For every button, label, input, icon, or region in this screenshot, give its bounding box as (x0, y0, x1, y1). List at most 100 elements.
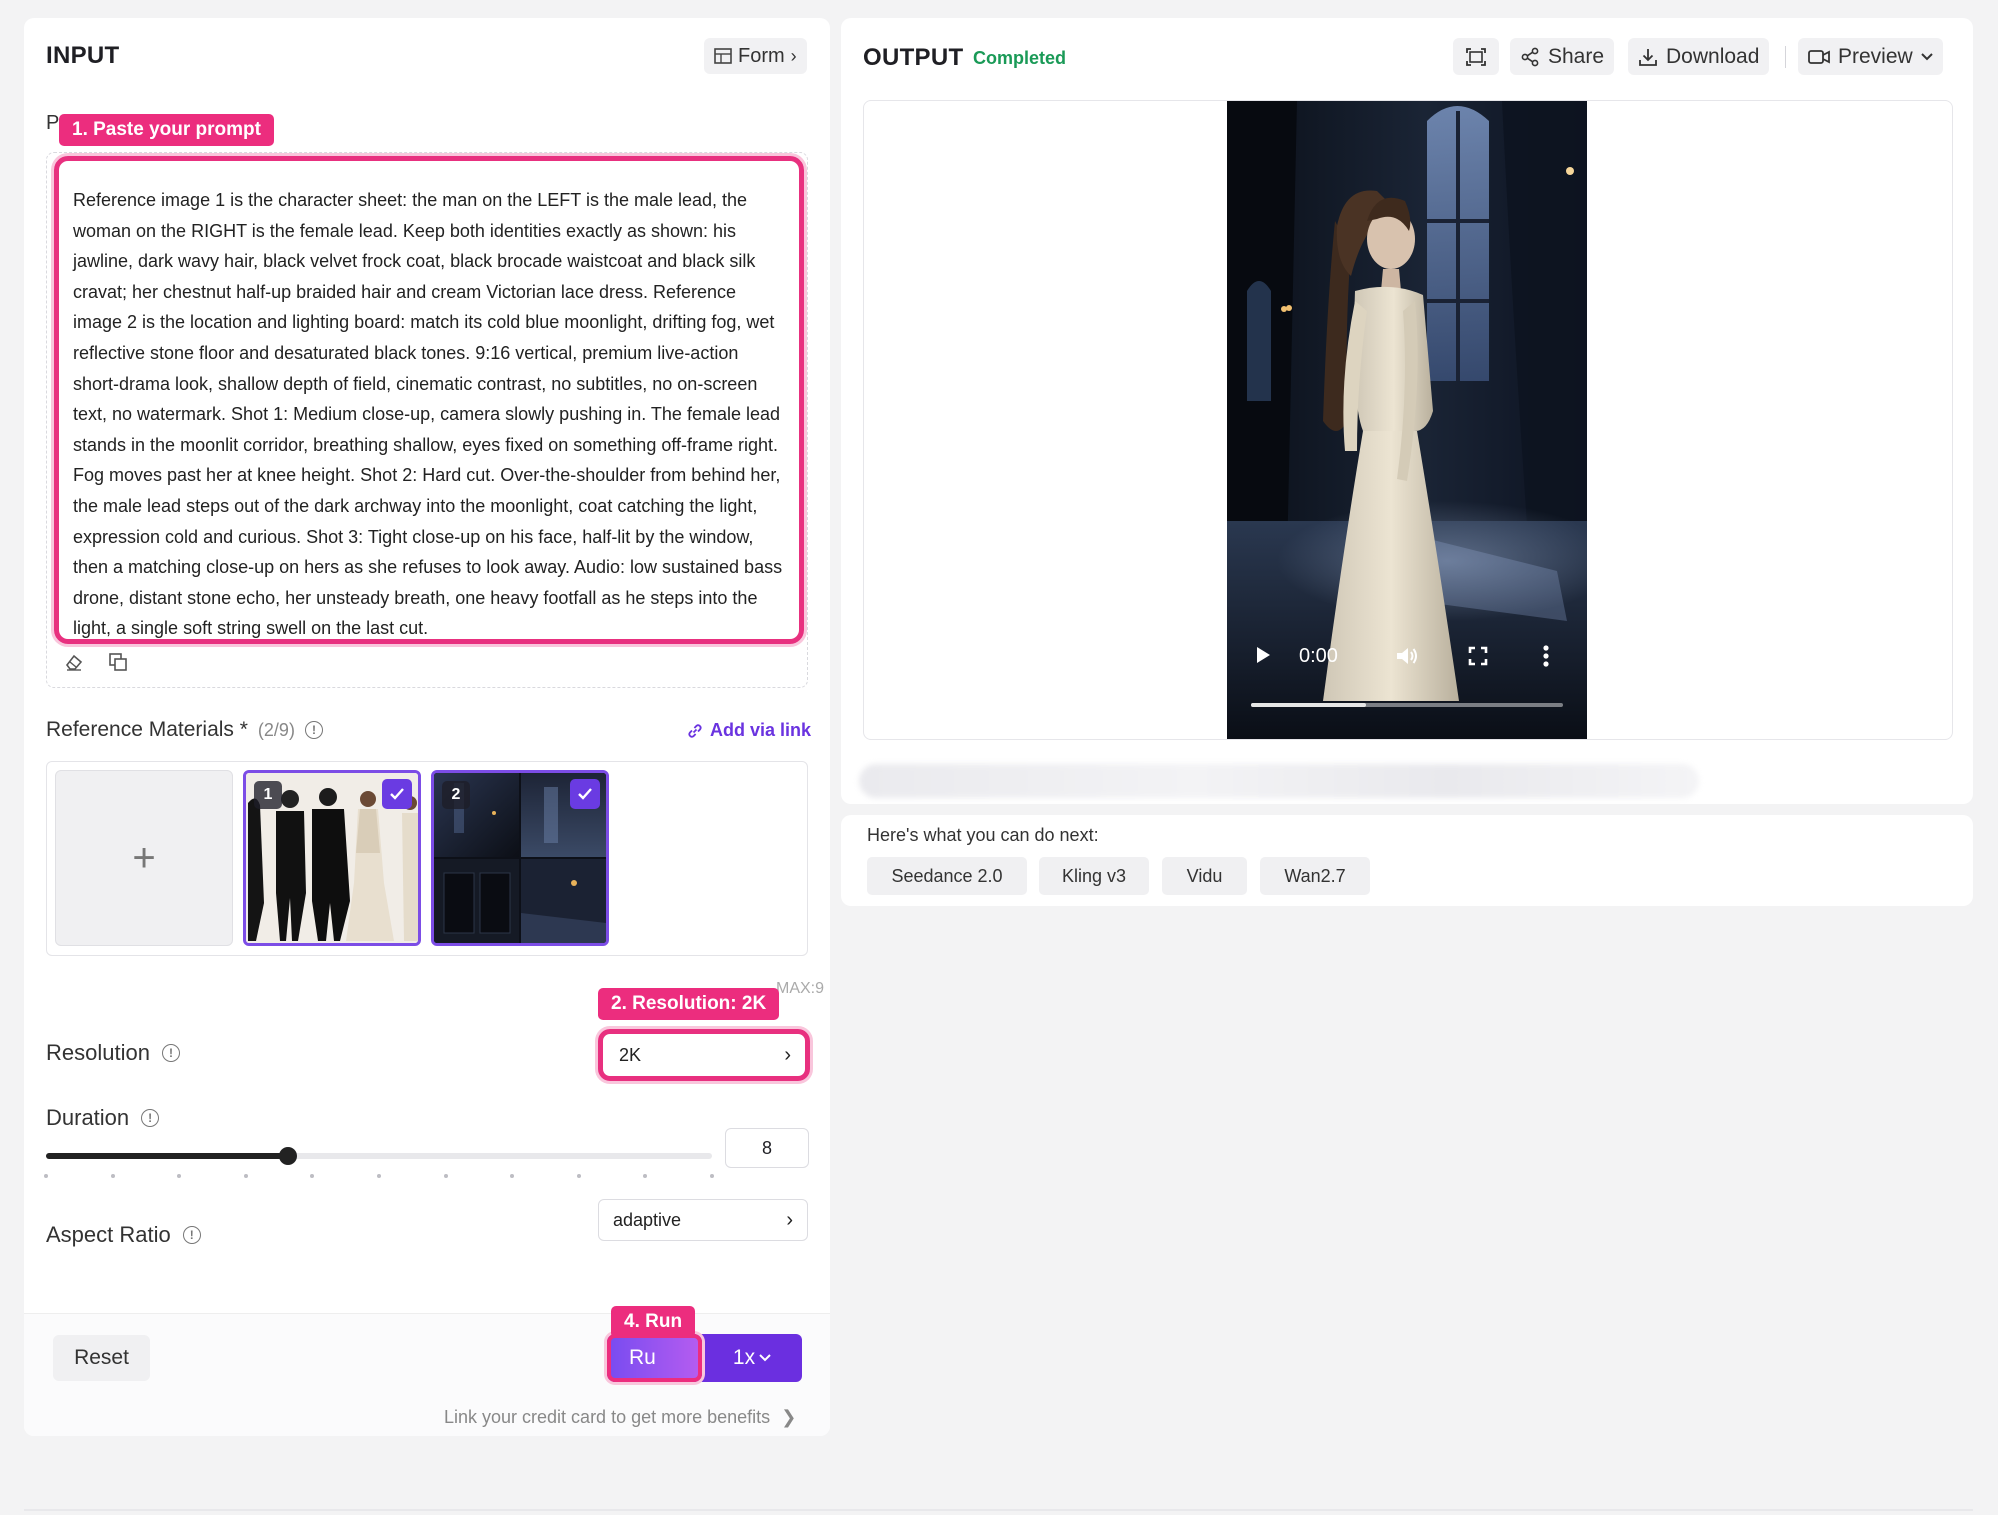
reference-materials-label: Reference Materials * (2/9) ! (46, 718, 323, 742)
share-label: Share (1548, 44, 1605, 68)
slider-tick (377, 1174, 381, 1178)
add-reference-tile[interactable]: + (55, 770, 233, 946)
aspect-ratio-value: adaptive (613, 1209, 682, 1230)
table-icon (714, 48, 732, 64)
model-chip-vidu[interactable]: Vidu (1162, 857, 1247, 895)
form-toggle-button[interactable]: Form › (704, 38, 807, 74)
next-steps-panel: Here's what you can do next: Seedance 2.… (841, 815, 1973, 906)
chevron-right-icon: › (786, 1208, 793, 1231)
add-via-link[interactable]: Add via link (686, 720, 811, 741)
reference-thumb-2[interactable]: 2 (431, 770, 609, 946)
credit-link-text: Link your credit card to get more benefi… (444, 1407, 771, 1427)
eraser-icon[interactable] (62, 650, 86, 674)
bottom-divider (24, 1509, 1973, 1511)
duration-label-text: Duration (46, 1105, 130, 1130)
reference-gallery: + 1 2 (46, 761, 808, 956)
aspect-ratio-label-text: Aspect Ratio (46, 1222, 171, 1247)
blurred-caption (859, 764, 1699, 798)
download-button[interactable]: Download (1628, 38, 1770, 75)
status-badge: Completed (973, 48, 1067, 68)
video-player[interactable]: 0:00 (1227, 101, 1587, 739)
credit-card-link[interactable]: Link your credit card to get more benefi… (444, 1407, 796, 1428)
copy-icon[interactable] (106, 650, 130, 674)
multiplier-value: 1x (732, 1346, 756, 1369)
fullscreen-fit-button[interactable] (1453, 38, 1499, 75)
slider-tick (710, 1174, 714, 1178)
output-title: OUTPUT (863, 44, 964, 71)
toolbar-divider (1785, 46, 1786, 68)
prompt-label: P (46, 112, 60, 134)
prompt-callout: 1. Paste your prompt (59, 114, 274, 146)
resolution-label-text: Resolution (46, 1040, 150, 1065)
chevron-right-icon: › (790, 45, 797, 66)
input-title: INPUT (46, 42, 120, 69)
output-panel: OUTPUT Completed Share Download Preview (841, 18, 1973, 804)
aspect-ratio-label: Aspect Ratio ! (46, 1222, 201, 1248)
download-label: Download (1666, 44, 1760, 68)
slider-handle[interactable] (279, 1147, 297, 1165)
video-time: 0:00 (1299, 645, 1338, 667)
prompt-textarea[interactable]: Reference image 1 is the character sheet… (54, 156, 804, 644)
resolution-callout: 2. Resolution: 2K (598, 988, 780, 1020)
duration-label: Duration ! (46, 1105, 160, 1131)
expand-icon (1466, 47, 1486, 66)
info-icon[interactable]: ! (304, 721, 323, 739)
chevron-right-icon: ❯ (781, 1407, 797, 1427)
run-callout: 4. Run (611, 1306, 696, 1338)
fullscreen-icon[interactable] (1468, 646, 1488, 666)
slider-tick (444, 1174, 448, 1178)
slider-tick (577, 1174, 581, 1178)
video-controls: 0:00 (1227, 631, 1587, 691)
volume-icon[interactable] (1395, 645, 1419, 667)
checkmark-icon[interactable] (570, 779, 600, 809)
duration-slider[interactable] (44, 1146, 736, 1178)
info-icon[interactable]: ! (182, 1226, 201, 1244)
slider-fill (46, 1153, 288, 1159)
video-camera-icon (1808, 49, 1830, 64)
run-button[interactable]: Ru (607, 1334, 702, 1382)
run-button-group: Ru 1x (607, 1334, 802, 1382)
download-icon (1639, 48, 1657, 66)
form-toggle-label: Form (738, 44, 785, 67)
checkmark-icon[interactable] (382, 779, 412, 809)
reference-count: (2/9) (257, 719, 295, 740)
more-vertical-icon[interactable] (1543, 645, 1549, 667)
run-multiplier-dropdown[interactable]: 1x (702, 1334, 802, 1382)
play-icon[interactable] (1255, 646, 1271, 664)
thumb-number: 2 (442, 781, 470, 809)
video-progress-track[interactable] (1251, 703, 1563, 707)
add-via-link-label: Add via link (710, 720, 812, 740)
slider-tick (177, 1174, 181, 1178)
link-icon (688, 723, 702, 738)
chevron-down-icon (759, 1354, 771, 1362)
slider-tick (310, 1174, 314, 1178)
chevron-down-icon (1920, 52, 1933, 60)
video-progress-fill (1251, 703, 1367, 707)
slider-tick (111, 1174, 115, 1178)
max-references-label: MAX:9 (776, 980, 825, 997)
resolution-value: 2K (619, 1044, 642, 1065)
model-chip-kling[interactable]: Kling v3 (1039, 857, 1149, 895)
slider-tick (643, 1174, 647, 1178)
input-panel: INPUT Form › P Reference image 1 is the … (24, 18, 830, 1436)
share-button[interactable]: Share (1510, 38, 1615, 75)
preview-dropdown[interactable]: Preview (1798, 38, 1943, 75)
info-icon[interactable]: ! (141, 1109, 160, 1127)
duration-input[interactable]: 8 (725, 1128, 809, 1168)
aspect-ratio-select[interactable]: adaptive › (598, 1199, 808, 1241)
resolution-select[interactable]: 2K › (598, 1029, 810, 1081)
thumb-number: 1 (254, 781, 282, 809)
slider-tick (244, 1174, 248, 1178)
reference-thumb-1[interactable]: 1 (243, 770, 421, 946)
chevron-right-icon: › (784, 1043, 791, 1066)
share-icon (1521, 47, 1539, 66)
reset-button[interactable]: Reset (53, 1335, 150, 1381)
info-icon[interactable]: ! (161, 1044, 180, 1062)
preview-label: Preview (1838, 44, 1913, 68)
next-steps-title: Here's what you can do next: (867, 825, 1099, 845)
model-chip-wan[interactable]: Wan2.7 (1260, 857, 1370, 895)
model-chip-seedance[interactable]: Seedance 2.0 (867, 857, 1027, 895)
slider-tick (44, 1174, 48, 1178)
prompt-toolbar (62, 650, 130, 674)
slider-tick (510, 1174, 514, 1178)
